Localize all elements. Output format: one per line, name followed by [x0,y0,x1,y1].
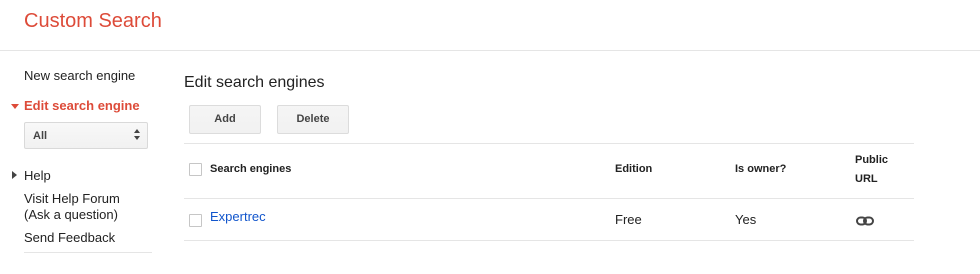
column-header-is-owner: Is owner? [735,163,787,175]
column-header-search-engines: Search engines [210,163,292,175]
collapsed-arrow-icon[interactable] [12,171,17,179]
column-header-edition: Edition [615,163,653,175]
is-owner-cell: Yes [735,212,757,227]
sidebar-item-edit-search-engine[interactable]: Edit search engine [24,98,140,114]
add-button[interactable]: Add [189,105,261,134]
table-top-divider [184,143,914,144]
select-arrows-icon [134,128,142,142]
sidebar-item-help-forum[interactable]: Visit Help Forum [24,191,120,207]
expanded-arrow-icon [11,104,19,109]
filter-selected-value: All [33,130,48,142]
sidebar-item-help-forum-sub[interactable]: (Ask a question) [24,207,118,223]
column-header-public-url-line2: URL [855,173,878,185]
page-title: Edit search engines [184,74,325,91]
table-bottom-divider [184,240,914,241]
sidebar-item-new-search-engine[interactable]: New search engine [24,68,135,84]
column-header-public-url-line1: Public [855,154,889,166]
sidebar-item-help[interactable]: Help [24,168,51,184]
row-checkbox[interactable] [189,214,202,227]
select-all-checkbox[interactable] [189,163,202,176]
link-icon[interactable] [856,213,874,226]
edition-cell: Free [615,212,642,227]
engine-filter-select[interactable]: All [24,122,148,149]
header: Custom Search [0,0,980,51]
app-title[interactable]: Custom Search [24,8,162,34]
sidebar-item-send-feedback[interactable]: Send Feedback [24,230,115,246]
delete-button[interactable]: Delete [277,105,349,134]
search-engine-link[interactable]: Expertrec [210,209,266,225]
sidebar-divider [24,252,152,253]
table-header-divider [184,198,914,199]
